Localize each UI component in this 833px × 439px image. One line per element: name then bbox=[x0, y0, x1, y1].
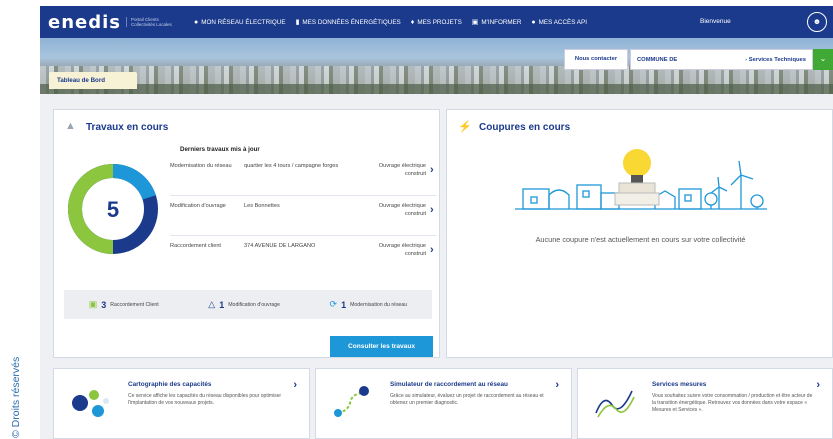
location-pin-icon: ● bbox=[194, 18, 199, 26]
chevron-right-icon[interactable]: › bbox=[430, 244, 434, 256]
logo-subtitle: Portail Clients Collectivités Locales bbox=[126, 17, 174, 27]
pylon-icon: △ bbox=[208, 299, 216, 309]
top-navigation-bar: enedis Portail Clients Collectivités Loc… bbox=[40, 6, 833, 38]
works-type: Modification d'ouvrage bbox=[170, 203, 226, 209]
main-nav: ● MON RÉSEAU ÉLECTRIQUE ▮ MES DONNÉES ÉN… bbox=[194, 18, 587, 27]
service-description: Vous souhaitez suivre votre consommation… bbox=[652, 393, 813, 413]
consult-works-button[interactable]: Consulter les travaux bbox=[330, 336, 433, 357]
stat-label: Raccordement Client bbox=[110, 301, 159, 308]
service-card-mesures[interactable]: Services mesures Vous souhaitez suivre v… bbox=[577, 368, 833, 439]
service-title: Cartographie des capacités bbox=[128, 381, 212, 388]
lightning-icon: ⚡ bbox=[458, 121, 472, 133]
stat-label: Modernisation du réseau bbox=[350, 301, 408, 308]
chevron-right-icon[interactable]: › bbox=[430, 164, 434, 176]
nav-item-donnees[interactable]: ▮ MES DONNÉES ÉNERGÉTIQUES bbox=[295, 18, 401, 27]
works-stats-bar: ▣ 3 Raccordement Client △ 1 Modification… bbox=[64, 290, 432, 319]
works-status: Ouvrage électrique construit bbox=[378, 163, 426, 177]
nav-label: MES PROJETS bbox=[417, 18, 462, 26]
works-row[interactable]: Modification d'ouvrage Les Bonnettes Ouv… bbox=[170, 198, 436, 236]
service-description: Grâce au simulateur, évaluez un projet d… bbox=[390, 393, 544, 406]
works-location: Les Bonnettes bbox=[244, 203, 280, 209]
lightbulb-icon: ♦ bbox=[410, 18, 415, 26]
nav-label: MES DONNÉES ÉNERGÉTIQUES bbox=[302, 18, 401, 26]
travaux-card: ▲ Travaux en cours 5 Derniers travaux mi… bbox=[53, 109, 440, 358]
welcome-text: Bienvenue bbox=[700, 18, 731, 25]
nav-label: MES ACCÈS API bbox=[538, 18, 587, 26]
city-illustration bbox=[515, 149, 767, 210]
commune-label: COMMUNE DE bbox=[637, 56, 678, 63]
works-status: Ouvrage électrique construit bbox=[378, 203, 426, 217]
copyright-strip: © Droits réservés bbox=[0, 0, 40, 439]
travaux-title: Travaux en cours bbox=[86, 122, 169, 133]
chevron-down-icon[interactable]: ⌄ bbox=[813, 49, 833, 70]
nav-item-reseau[interactable]: ● MON RÉSEAU ÉLECTRIQUE bbox=[194, 19, 286, 26]
coupures-title: Coupures en cours bbox=[479, 122, 571, 133]
works-status: Ouvrage électrique construit bbox=[378, 243, 426, 257]
service-title: Services mesures bbox=[652, 381, 707, 388]
service-card-cartographie[interactable]: Cartographie des capacités Ce service af… bbox=[53, 368, 310, 439]
works-location: quartier les 4 tours / campagne forges bbox=[244, 163, 339, 169]
commune-service: - Services Techniques bbox=[745, 56, 806, 63]
bar-chart-icon: ▮ bbox=[295, 19, 300, 26]
works-type: Modernisation du réseau bbox=[170, 163, 232, 169]
coupures-card: ⚡ Coupures en cours Aucune coupure n'est… bbox=[446, 109, 833, 358]
nav-item-projets[interactable]: ♦ MES PROJETS bbox=[411, 19, 462, 26]
lightbulb-icon bbox=[614, 149, 660, 206]
stat-count: 1 bbox=[219, 299, 225, 310]
stat-modification: △ 1 Modification d'ouvrage bbox=[208, 299, 280, 310]
news-icon: ▣ bbox=[471, 19, 479, 26]
refresh-icon: ⟳ bbox=[329, 299, 338, 309]
chevron-right-icon[interactable]: › bbox=[816, 379, 820, 391]
chevron-right-icon[interactable]: › bbox=[293, 379, 297, 391]
stat-modernisation: ⟳ 1 Modernisation du réseau bbox=[330, 299, 408, 310]
tab-dashboard[interactable]: Tableau de Bord bbox=[49, 72, 137, 89]
stat-label: Modification d'ouvrage bbox=[228, 301, 280, 308]
map-dots-icon bbox=[72, 390, 109, 417]
stat-raccordement: ▣ 3 Raccordement Client bbox=[89, 299, 159, 310]
service-description: Ce service affiche les capacités du rése… bbox=[128, 393, 282, 406]
contact-button[interactable]: Nous contacter bbox=[564, 49, 628, 70]
works-location: 374 AVENUE DE LARGANO bbox=[244, 243, 316, 249]
works-row[interactable]: Modernisation du réseau quartier les 4 t… bbox=[170, 158, 436, 196]
route-icon bbox=[334, 386, 369, 417]
stat-count: 1 bbox=[341, 299, 347, 310]
enedis-logo[interactable]: enedis bbox=[48, 12, 121, 33]
nav-label: MON RÉSEAU ÉLECTRIQUE bbox=[201, 18, 286, 26]
tree-line bbox=[40, 84, 833, 94]
travaux-donut-chart: 5 bbox=[68, 164, 158, 254]
service-title: Simulateur de raccordement au réseau bbox=[390, 381, 508, 388]
works-type: Raccordement client bbox=[170, 243, 221, 249]
location-pin-icon: ● bbox=[531, 18, 536, 26]
copyright-text: © Droits réservés bbox=[10, 356, 22, 438]
connection-icon: ▣ bbox=[88, 299, 98, 309]
latest-works-title: Derniers travaux mis à jour bbox=[180, 146, 260, 153]
stat-count: 3 bbox=[101, 299, 107, 310]
chevron-right-icon[interactable]: › bbox=[430, 204, 434, 216]
user-icon[interactable]: ☻ bbox=[807, 12, 827, 32]
service-card-simulateur[interactable]: Simulateur de raccordement au réseau Grâ… bbox=[315, 368, 572, 439]
screenshot-root: © Droits réservés enedis Portail Clients… bbox=[0, 0, 833, 439]
nav-label: M'INFORMER bbox=[481, 18, 522, 26]
chevron-right-icon[interactable]: › bbox=[555, 379, 559, 391]
line-graph-icon bbox=[595, 390, 635, 418]
no-outage-message: Aucune coupure n'est actuellement en cou… bbox=[535, 235, 746, 244]
app-window: enedis Portail Clients Collectivités Loc… bbox=[40, 6, 833, 439]
nav-item-informer[interactable]: ▣ M'INFORMER bbox=[471, 18, 522, 27]
worksite-icon: ▲ bbox=[65, 120, 76, 132]
commune-selector[interactable]: COMMUNE DE - Services Techniques bbox=[630, 49, 813, 70]
works-row[interactable]: Raccordement client 374 AVENUE DE LARGAN… bbox=[170, 238, 436, 276]
nav-item-api[interactable]: ● MES ACCÈS API bbox=[531, 19, 587, 26]
donut-total: 5 bbox=[107, 197, 119, 222]
